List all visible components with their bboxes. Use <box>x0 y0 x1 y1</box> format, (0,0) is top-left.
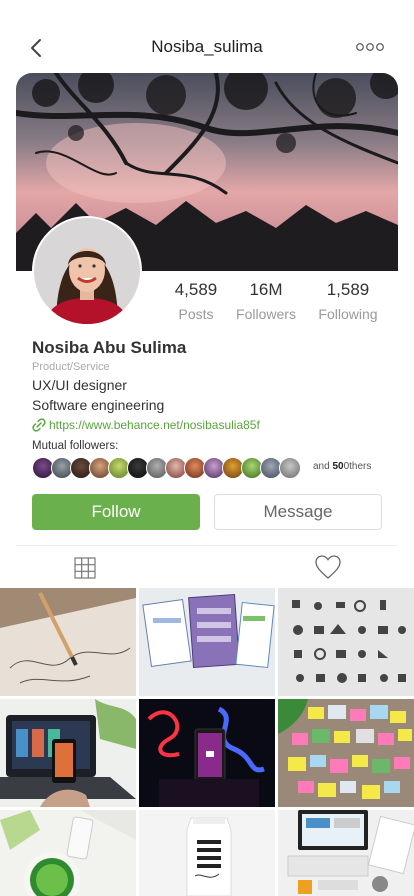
mutual-suffix: 0thers <box>343 461 372 472</box>
posts-label: Posts <box>178 306 214 322</box>
post-thumbnail[interactable] <box>0 588 136 696</box>
display-name: Nosiba Abu Sulima <box>32 338 187 357</box>
following-label: Following <box>318 306 378 322</box>
mutual-avatar <box>279 457 301 479</box>
follow-button[interactable]: Follow <box>32 494 200 530</box>
link-icon <box>32 418 46 432</box>
followers-count: 16M <box>249 280 283 299</box>
stat-posts[interactable]: 4,589 Posts <box>156 280 236 322</box>
post-thumbnail[interactable] <box>0 810 136 896</box>
post-thumbnail[interactable] <box>278 699 414 807</box>
heart-icon[interactable] <box>314 554 342 580</box>
divider <box>16 545 398 546</box>
message-button[interactable]: Message <box>214 494 382 530</box>
mutual-count: 50 <box>332 461 344 472</box>
post-thumbnail[interactable] <box>278 810 414 896</box>
stat-following[interactable]: 1,589 Following <box>308 280 388 322</box>
mutual-prefix: and <box>313 461 330 472</box>
website-link[interactable]: https://www.behance.net/nosibasulia85f <box>32 418 260 432</box>
avatar[interactable] <box>32 216 142 326</box>
bio-line-2: Software engineering <box>32 397 165 413</box>
profile-category: Product/Service <box>32 361 110 373</box>
post-grid <box>0 588 414 896</box>
post-thumbnail[interactable] <box>139 810 275 896</box>
followers-label: Followers <box>236 306 296 322</box>
post-thumbnail[interactable] <box>139 699 275 807</box>
following-count: 1,589 <box>326 280 370 299</box>
bio-line-1: UX/UI designer <box>32 377 127 393</box>
post-thumbnail[interactable] <box>139 588 275 696</box>
page-title: Nosiba_sulima <box>151 37 263 56</box>
more-dots-icon[interactable] <box>356 40 384 54</box>
mutual-followers-avatars[interactable]: and 500thers <box>32 457 392 479</box>
post-thumbnail[interactable] <box>0 699 136 807</box>
mutual-followers-count: and 500thers <box>313 461 371 472</box>
website-url: https://www.behance.net/nosibasulia85f <box>49 418 260 432</box>
mutual-followers-label: Mutual followers: <box>32 440 119 452</box>
profile-stats: 4,589 Posts 16M Followers 1,589 Followin… <box>160 280 400 326</box>
stat-followers[interactable]: 16M Followers <box>226 280 306 322</box>
posts-count: 4,589 <box>174 280 218 299</box>
grid-icon[interactable] <box>74 557 96 579</box>
post-thumbnail[interactable] <box>278 588 414 696</box>
